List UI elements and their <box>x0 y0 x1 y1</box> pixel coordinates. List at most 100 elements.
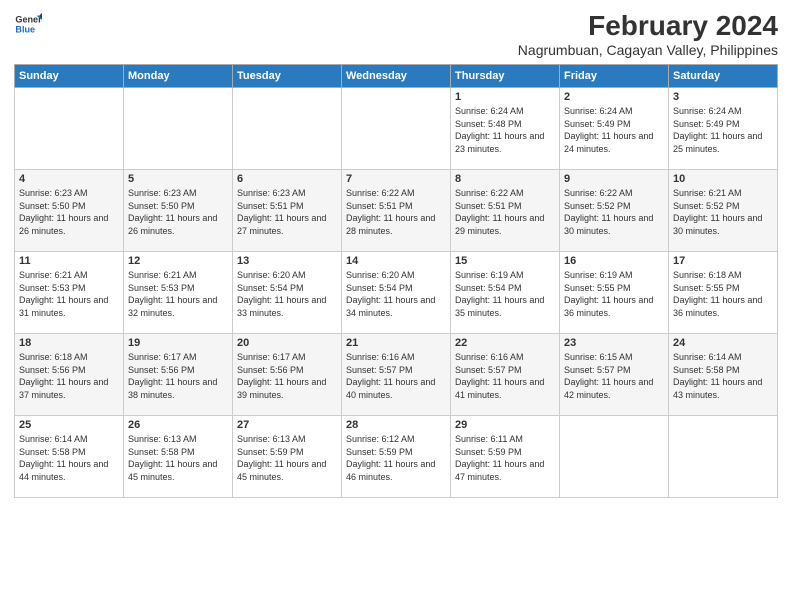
week-row-3: 18 Sunrise: 6:18 AMSunset: 5:56 PMDaylig… <box>15 334 778 416</box>
day-number: 25 <box>19 419 119 431</box>
day-info: Sunrise: 6:21 AMSunset: 5:52 PMDaylight:… <box>673 187 773 237</box>
calendar-cell: 3 Sunrise: 6:24 AMSunset: 5:49 PMDayligh… <box>669 88 778 170</box>
week-row-4: 25 Sunrise: 6:14 AMSunset: 5:58 PMDaylig… <box>15 416 778 498</box>
day-info: Sunrise: 6:24 AMSunset: 5:49 PMDaylight:… <box>564 105 664 155</box>
day-number: 4 <box>19 173 119 185</box>
calendar-table: Sunday Monday Tuesday Wednesday Thursday… <box>14 64 778 498</box>
day-number: 23 <box>564 337 664 349</box>
calendar-cell: 7 Sunrise: 6:22 AMSunset: 5:51 PMDayligh… <box>342 170 451 252</box>
logo-icon: General Blue <box>14 10 42 38</box>
day-number: 14 <box>346 255 446 267</box>
day-number: 18 <box>19 337 119 349</box>
day-info: Sunrise: 6:17 AMSunset: 5:56 PMDaylight:… <box>128 351 228 401</box>
day-info: Sunrise: 6:22 AMSunset: 5:51 PMDaylight:… <box>346 187 446 237</box>
day-number: 1 <box>455 91 555 103</box>
calendar-cell: 28 Sunrise: 6:12 AMSunset: 5:59 PMDaylig… <box>342 416 451 498</box>
day-info: Sunrise: 6:13 AMSunset: 5:58 PMDaylight:… <box>128 433 228 483</box>
day-number: 26 <box>128 419 228 431</box>
calendar-cell: 15 Sunrise: 6:19 AMSunset: 5:54 PMDaylig… <box>451 252 560 334</box>
calendar-cell: 6 Sunrise: 6:23 AMSunset: 5:51 PMDayligh… <box>233 170 342 252</box>
day-info: Sunrise: 6:15 AMSunset: 5:57 PMDaylight:… <box>564 351 664 401</box>
week-row-2: 11 Sunrise: 6:21 AMSunset: 5:53 PMDaylig… <box>15 252 778 334</box>
day-number: 21 <box>346 337 446 349</box>
day-info: Sunrise: 6:14 AMSunset: 5:58 PMDaylight:… <box>673 351 773 401</box>
day-number: 19 <box>128 337 228 349</box>
day-info: Sunrise: 6:24 AMSunset: 5:49 PMDaylight:… <box>673 105 773 155</box>
week-row-0: 1 Sunrise: 6:24 AMSunset: 5:48 PMDayligh… <box>15 88 778 170</box>
day-info: Sunrise: 6:11 AMSunset: 5:59 PMDaylight:… <box>455 433 555 483</box>
day-number: 10 <box>673 173 773 185</box>
day-number: 3 <box>673 91 773 103</box>
calendar-cell: 9 Sunrise: 6:22 AMSunset: 5:52 PMDayligh… <box>560 170 669 252</box>
calendar-cell: 2 Sunrise: 6:24 AMSunset: 5:49 PMDayligh… <box>560 88 669 170</box>
day-info: Sunrise: 6:13 AMSunset: 5:59 PMDaylight:… <box>237 433 337 483</box>
day-number: 20 <box>237 337 337 349</box>
day-number: 2 <box>564 91 664 103</box>
calendar-cell: 1 Sunrise: 6:24 AMSunset: 5:48 PMDayligh… <box>451 88 560 170</box>
calendar-cell: 11 Sunrise: 6:21 AMSunset: 5:53 PMDaylig… <box>15 252 124 334</box>
calendar-cell: 16 Sunrise: 6:19 AMSunset: 5:55 PMDaylig… <box>560 252 669 334</box>
day-info: Sunrise: 6:22 AMSunset: 5:52 PMDaylight:… <box>564 187 664 237</box>
calendar-cell: 22 Sunrise: 6:16 AMSunset: 5:57 PMDaylig… <box>451 334 560 416</box>
col-tuesday: Tuesday <box>233 65 342 88</box>
day-number: 7 <box>346 173 446 185</box>
calendar-cell: 18 Sunrise: 6:18 AMSunset: 5:56 PMDaylig… <box>15 334 124 416</box>
day-info: Sunrise: 6:23 AMSunset: 5:50 PMDaylight:… <box>128 187 228 237</box>
calendar-cell: 10 Sunrise: 6:21 AMSunset: 5:52 PMDaylig… <box>669 170 778 252</box>
calendar-cell <box>124 88 233 170</box>
day-number: 6 <box>237 173 337 185</box>
calendar-cell: 19 Sunrise: 6:17 AMSunset: 5:56 PMDaylig… <box>124 334 233 416</box>
logo: General Blue <box>14 10 42 38</box>
col-wednesday: Wednesday <box>342 65 451 88</box>
day-number: 29 <box>455 419 555 431</box>
day-number: 12 <box>128 255 228 267</box>
day-number: 13 <box>237 255 337 267</box>
day-info: Sunrise: 6:14 AMSunset: 5:58 PMDaylight:… <box>19 433 119 483</box>
calendar-cell <box>560 416 669 498</box>
col-sunday: Sunday <box>15 65 124 88</box>
day-number: 8 <box>455 173 555 185</box>
month-year: February 2024 <box>518 10 778 42</box>
day-number: 24 <box>673 337 773 349</box>
day-info: Sunrise: 6:18 AMSunset: 5:55 PMDaylight:… <box>673 269 773 319</box>
calendar-cell <box>233 88 342 170</box>
day-info: Sunrise: 6:19 AMSunset: 5:54 PMDaylight:… <box>455 269 555 319</box>
col-friday: Friday <box>560 65 669 88</box>
day-number: 11 <box>19 255 119 267</box>
calendar-cell: 5 Sunrise: 6:23 AMSunset: 5:50 PMDayligh… <box>124 170 233 252</box>
location: Nagrumbuan, Cagayan Valley, Philippines <box>518 42 778 58</box>
day-info: Sunrise: 6:20 AMSunset: 5:54 PMDaylight:… <box>237 269 337 319</box>
day-info: Sunrise: 6:21 AMSunset: 5:53 PMDaylight:… <box>128 269 228 319</box>
day-number: 16 <box>564 255 664 267</box>
calendar-cell: 14 Sunrise: 6:20 AMSunset: 5:54 PMDaylig… <box>342 252 451 334</box>
col-thursday: Thursday <box>451 65 560 88</box>
day-number: 5 <box>128 173 228 185</box>
day-info: Sunrise: 6:12 AMSunset: 5:59 PMDaylight:… <box>346 433 446 483</box>
calendar-cell: 8 Sunrise: 6:22 AMSunset: 5:51 PMDayligh… <box>451 170 560 252</box>
day-number: 17 <box>673 255 773 267</box>
header-row: Sunday Monday Tuesday Wednesday Thursday… <box>15 65 778 88</box>
day-info: Sunrise: 6:18 AMSunset: 5:56 PMDaylight:… <box>19 351 119 401</box>
day-info: Sunrise: 6:19 AMSunset: 5:55 PMDaylight:… <box>564 269 664 319</box>
calendar-cell: 29 Sunrise: 6:11 AMSunset: 5:59 PMDaylig… <box>451 416 560 498</box>
day-info: Sunrise: 6:16 AMSunset: 5:57 PMDaylight:… <box>346 351 446 401</box>
calendar-cell <box>15 88 124 170</box>
calendar-cell: 27 Sunrise: 6:13 AMSunset: 5:59 PMDaylig… <box>233 416 342 498</box>
calendar-cell: 25 Sunrise: 6:14 AMSunset: 5:58 PMDaylig… <box>15 416 124 498</box>
day-number: 9 <box>564 173 664 185</box>
week-row-1: 4 Sunrise: 6:23 AMSunset: 5:50 PMDayligh… <box>15 170 778 252</box>
calendar-cell: 20 Sunrise: 6:17 AMSunset: 5:56 PMDaylig… <box>233 334 342 416</box>
day-info: Sunrise: 6:20 AMSunset: 5:54 PMDaylight:… <box>346 269 446 319</box>
calendar-cell: 26 Sunrise: 6:13 AMSunset: 5:58 PMDaylig… <box>124 416 233 498</box>
col-saturday: Saturday <box>669 65 778 88</box>
title-section: February 2024 Nagrumbuan, Cagayan Valley… <box>518 10 778 58</box>
calendar-cell: 24 Sunrise: 6:14 AMSunset: 5:58 PMDaylig… <box>669 334 778 416</box>
svg-text:Blue: Blue <box>15 24 35 34</box>
calendar-cell: 12 Sunrise: 6:21 AMSunset: 5:53 PMDaylig… <box>124 252 233 334</box>
calendar-cell: 13 Sunrise: 6:20 AMSunset: 5:54 PMDaylig… <box>233 252 342 334</box>
calendar-cell: 21 Sunrise: 6:16 AMSunset: 5:57 PMDaylig… <box>342 334 451 416</box>
day-number: 27 <box>237 419 337 431</box>
calendar-cell <box>342 88 451 170</box>
day-info: Sunrise: 6:16 AMSunset: 5:57 PMDaylight:… <box>455 351 555 401</box>
day-number: 22 <box>455 337 555 349</box>
